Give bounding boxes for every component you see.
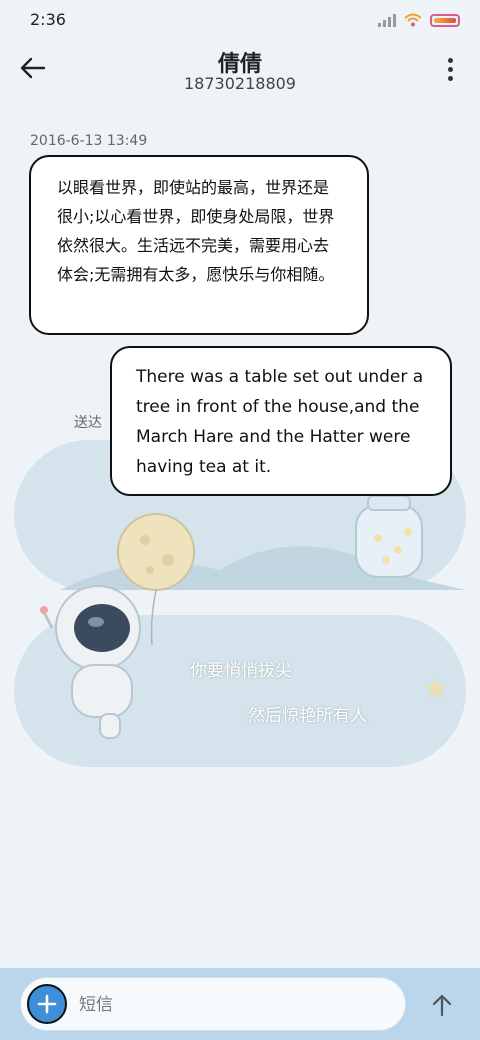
signal-icon — [378, 13, 396, 27]
wifi-icon — [404, 13, 422, 27]
outgoing-message-bubble[interactable]: There was a table set out under a tree i… — [110, 346, 452, 496]
background-text-1: 你要悄悄拔尖 — [190, 661, 292, 681]
message-input[interactable] — [77, 978, 381, 1032]
send-button[interactable] — [424, 987, 460, 1023]
status-bar: 2:36 — [0, 0, 480, 40]
add-icon — [37, 994, 57, 1014]
more-vert-icon[interactable] — [448, 58, 454, 81]
status-time: 2:36 — [30, 10, 66, 29]
contact-phone: 18730218809 — [184, 74, 296, 93]
star-jar-icon — [355, 495, 423, 578]
send-arrow-icon — [432, 994, 452, 1017]
sent-status: 送达 — [74, 415, 102, 431]
add-attachment-button[interactable] — [27, 984, 67, 1024]
battery-icon — [430, 13, 460, 27]
status-icons — [378, 11, 460, 29]
composer — [20, 977, 406, 1032]
background-text-2: 然后惊艳所有人 — [248, 706, 367, 726]
message-timestamp: 2016-6-13 13:49 — [30, 133, 148, 149]
incoming-message-bubble[interactable]: 以眼看世界，即使站的最高，世界还是很小;以心看世界，即使身处局限，世界依然很大。… — [29, 155, 369, 335]
conversation-header: 倩倩 18730218809 — [0, 40, 480, 100]
